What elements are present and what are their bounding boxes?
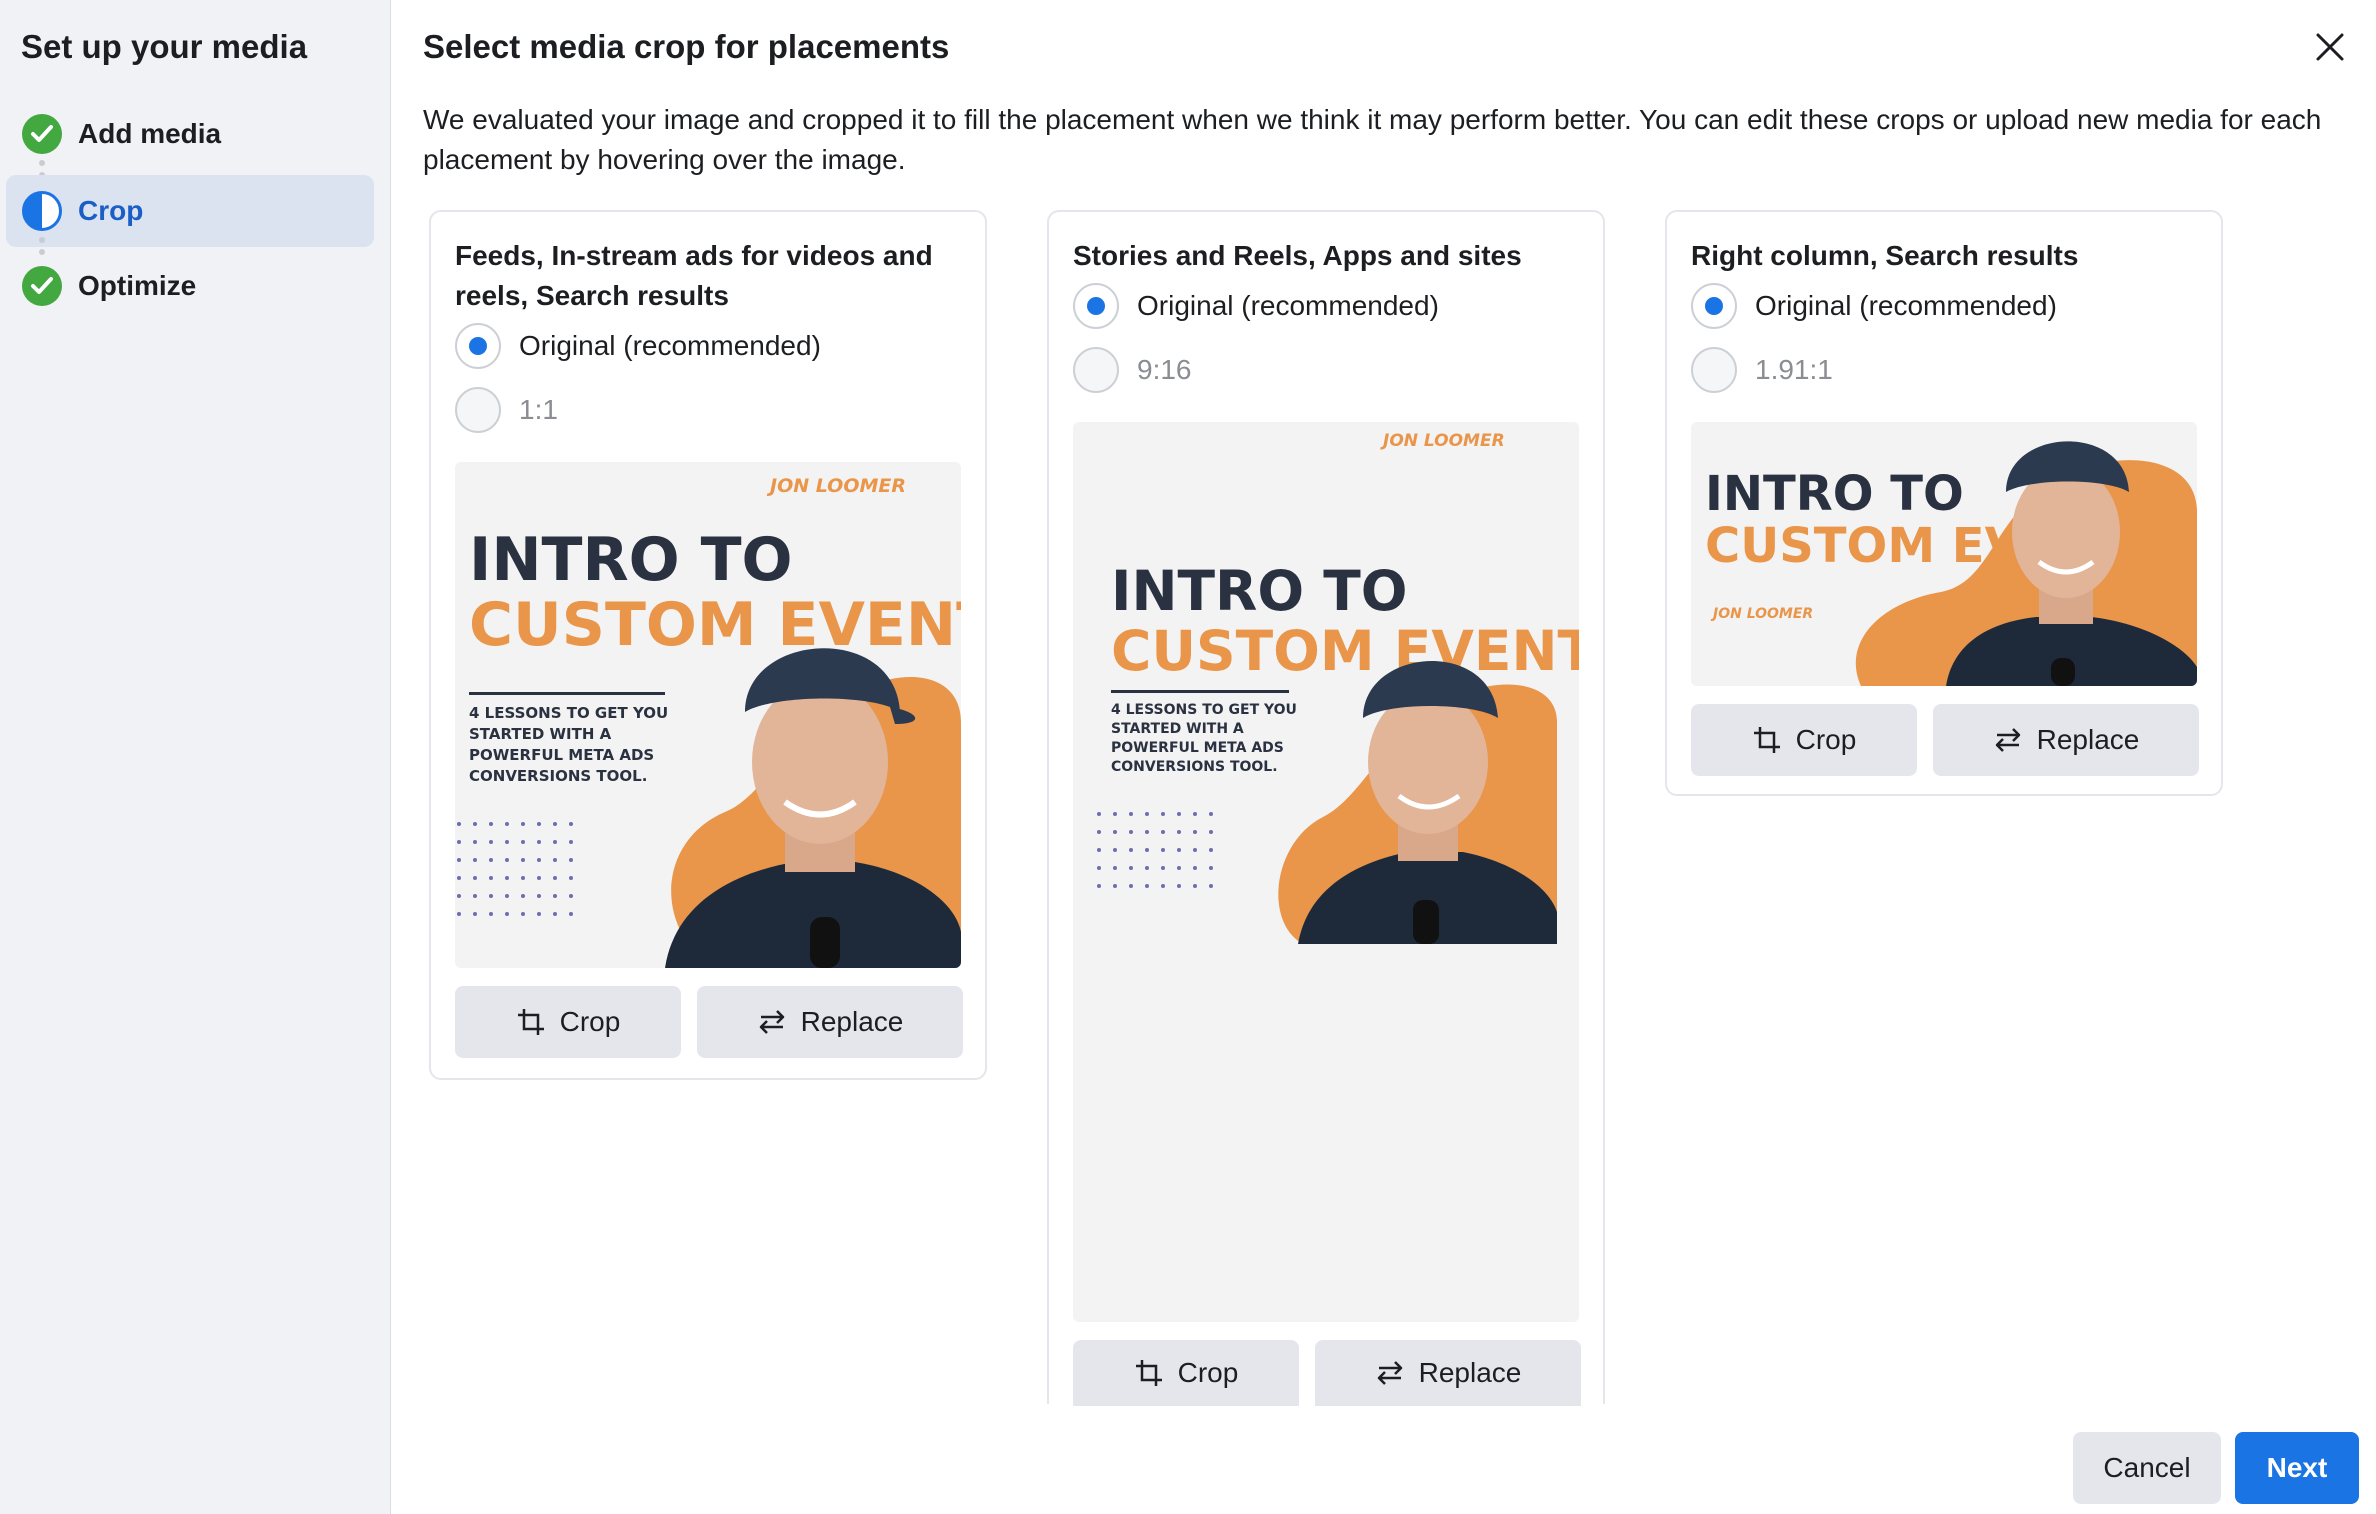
tagline-line: POWERFUL META ADS xyxy=(1111,740,1284,756)
step-crop[interactable]: Crop xyxy=(6,175,374,247)
radio-original[interactable]: Original (recommended) xyxy=(1691,282,2057,330)
headline-line-1: INTRO TO xyxy=(469,525,793,595)
media-preview-square[interactable]: JON LOOMER INTRO TO CUSTOM EVENTS 4 LESS… xyxy=(455,462,961,968)
radio-label: 1.91:1 xyxy=(1755,354,1833,385)
next-button[interactable]: Next xyxy=(2235,1432,2359,1504)
crop-button[interactable]: Crop xyxy=(455,986,681,1058)
headline-line-1: INTRO TO xyxy=(1111,559,1408,623)
replace-button[interactable]: Replace xyxy=(1933,704,2199,776)
step-label: Optimize xyxy=(78,270,197,301)
main-panel: Select media crop for placements We eval… xyxy=(390,0,2376,1514)
logo-icon: JON LOOMER xyxy=(766,475,906,497)
crop-icon xyxy=(516,1007,546,1037)
tagline-line: POWERFUL META ADS xyxy=(469,746,654,764)
page-title: Select media crop for placements xyxy=(423,28,950,65)
crop-label: Crop xyxy=(1177,1357,1239,1388)
check-circle-icon xyxy=(22,266,62,306)
logo-text: JON LOOMER xyxy=(1710,606,1813,622)
media-preview-wide[interactable]: INTRO TO CUSTOM EVENTS JON LOOMER xyxy=(1691,422,2197,686)
close-icon[interactable] xyxy=(2313,30,2347,64)
radio-original[interactable]: Original (recommended) xyxy=(1073,282,1439,330)
replace-button[interactable]: Replace xyxy=(697,986,963,1058)
tagline-line: CONVERSIONS TOOL. xyxy=(1111,759,1278,775)
crop-label: Crop xyxy=(1795,724,1857,755)
sidebar: Set up your media Add media Crop Optimiz… xyxy=(0,0,390,1514)
crop-icon xyxy=(1134,1358,1164,1388)
logo-text: JON LOOMER xyxy=(766,475,906,497)
radio-crop-ratio[interactable]: 1.91:1 xyxy=(1691,346,1833,394)
headline-line-2: CUSTOM EVENTS xyxy=(1111,619,1579,683)
swap-arrows-icon xyxy=(757,1007,787,1037)
headline-line-2: CUSTOM EVENTS xyxy=(469,590,961,660)
ad-creative-image: INTRO TO CUSTOM EVENTS JON LOOMER xyxy=(1691,422,2197,686)
tagline-line: STARTED WITH A xyxy=(1111,721,1244,737)
tagline-line: STARTED WITH A xyxy=(469,725,612,743)
logo-text: JON LOOMER xyxy=(1380,431,1505,451)
swap-arrows-icon xyxy=(1375,1358,1405,1388)
page-description: We evaluated your image and cropped it t… xyxy=(423,104,2322,175)
media-preview-vertical[interactable]: JON LOOMER INTRO TO CUSTOM EVENTS 4 LESS… xyxy=(1073,422,1579,1322)
check-circle-icon xyxy=(22,114,62,154)
half-circle-progress-icon xyxy=(22,191,62,231)
card-title: Right column, Search results xyxy=(1691,240,2079,271)
radio-crop-ratio[interactable]: 9:16 xyxy=(1073,346,1192,394)
headline-line-1: INTRO TO xyxy=(1705,466,1964,522)
radio-label: Original (recommended) xyxy=(519,330,821,361)
swap-arrows-icon xyxy=(1993,725,2023,755)
step-optimize[interactable]: Optimize xyxy=(6,250,374,322)
radio-label: Original (recommended) xyxy=(1755,290,2057,321)
sidebar-title: Set up your media xyxy=(21,28,308,65)
radio-label: 1:1 xyxy=(519,394,558,425)
ad-creative-image: JON LOOMER INTRO TO CUSTOM EVENTS 4 LESS… xyxy=(1073,422,1579,1322)
card-title: Stories and Reels, Apps and sites xyxy=(1073,240,1522,271)
placement-card-feeds: Feeds, In-stream ads for videos and reel… xyxy=(429,210,987,1080)
placement-card-stories: Stories and Reels, Apps and sites Origin… xyxy=(1047,210,1605,1406)
radio-original[interactable]: Original (recommended) xyxy=(455,322,821,370)
replace-label: Replace xyxy=(800,1006,904,1037)
radio-button[interactable] xyxy=(455,387,501,433)
crop-icon xyxy=(1752,725,1782,755)
card-title: Feeds, In-stream ads for videos and reel… xyxy=(455,240,933,311)
ad-creative-image: JON LOOMER INTRO TO CUSTOM EVENTS 4 LESS… xyxy=(455,462,961,968)
replace-label: Replace xyxy=(1418,1357,1522,1388)
crop-button[interactable]: Crop xyxy=(1073,1340,1299,1406)
placement-card-right-column: Right column, Search results Original (r… xyxy=(1665,210,2223,796)
crop-button[interactable]: Crop xyxy=(1691,704,1917,776)
replace-label: Replace xyxy=(2036,724,2140,755)
radio-button-checked[interactable] xyxy=(1073,283,1119,329)
step-label: Crop xyxy=(78,195,144,226)
radio-label: 9:16 xyxy=(1137,354,1192,385)
radio-button[interactable] xyxy=(1073,347,1119,393)
tagline-line: CONVERSIONS TOOL. xyxy=(469,767,647,785)
replace-button[interactable]: Replace xyxy=(1315,1340,1581,1406)
radio-button-checked[interactable] xyxy=(1691,283,1737,329)
crop-label: Crop xyxy=(559,1006,621,1037)
radio-crop-ratio[interactable]: 1:1 xyxy=(455,386,558,434)
radio-button-checked[interactable] xyxy=(455,323,501,369)
radio-button[interactable] xyxy=(1691,347,1737,393)
tagline-line: 4 LESSONS TO GET YOU xyxy=(1111,702,1297,718)
tagline-line: 4 LESSONS TO GET YOU xyxy=(469,704,668,722)
step-add-media[interactable]: Add media xyxy=(6,98,374,170)
cancel-button[interactable]: Cancel xyxy=(2073,1432,2221,1504)
step-label: Add media xyxy=(78,118,222,149)
radio-label: Original (recommended) xyxy=(1137,290,1439,321)
